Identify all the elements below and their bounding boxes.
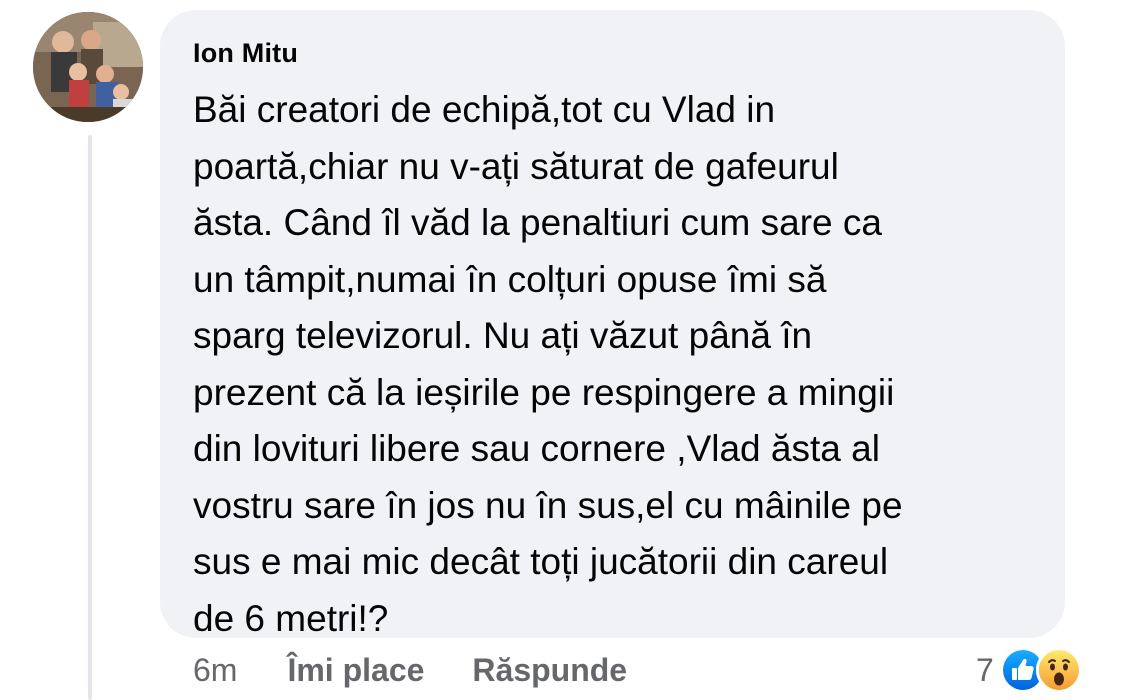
comment-timestamp[interactable]: 6m — [193, 652, 237, 689]
reaction-count: 7 — [976, 651, 994, 688]
comment-actions: 6m Îmi place Răspunde — [193, 648, 675, 692]
comment-bubble: Ion Mitu Băi creatori de echipă,tot cu V… — [160, 10, 1065, 639]
comment-text-line: prezent că la ieșirile pe respingere a m… — [193, 371, 895, 413]
comment-text-line: ăsta. Când îl văd la penaltiuri cum sare… — [193, 202, 882, 243]
avatar[interactable] — [33, 12, 143, 122]
comment-text-line: sus e mai mic decât toți jucătorii din c… — [193, 541, 889, 582]
reply-button[interactable]: Răspunde — [472, 652, 627, 689]
avatar-photo — [33, 12, 143, 122]
comment-text-line: vostru sare în jos nu în sus,el cu mâini… — [193, 484, 903, 526]
thread-line — [88, 135, 92, 700]
comment-text-line: poartă,chiar nu v-ați săturat de gafeuru… — [193, 145, 839, 187]
comment-text-line: un tâmpit,numai în colțuri opuse îmi să — [193, 258, 827, 300]
comment-text-line: sparg televizorul. Nu ați văzut până în — [193, 315, 813, 356]
wow-icon — [1035, 647, 1082, 693]
comment-text-line: Băi creatori de echipă,tot cu Vlad in — [193, 89, 776, 130]
reactions-summary[interactable]: 7 — [976, 645, 1082, 695]
comment-author[interactable]: Ion Mitu — [193, 38, 298, 69]
comment-text-line: de 6 metri!? — [193, 597, 389, 639]
like-button[interactable]: Îmi place — [287, 652, 424, 689]
comment-text: Băi creatori de echipă,tot cu Vlad in po… — [193, 82, 1053, 647]
comment-text-line: din lovituri libere sau cornere ,Vlad ăs… — [193, 428, 880, 469]
